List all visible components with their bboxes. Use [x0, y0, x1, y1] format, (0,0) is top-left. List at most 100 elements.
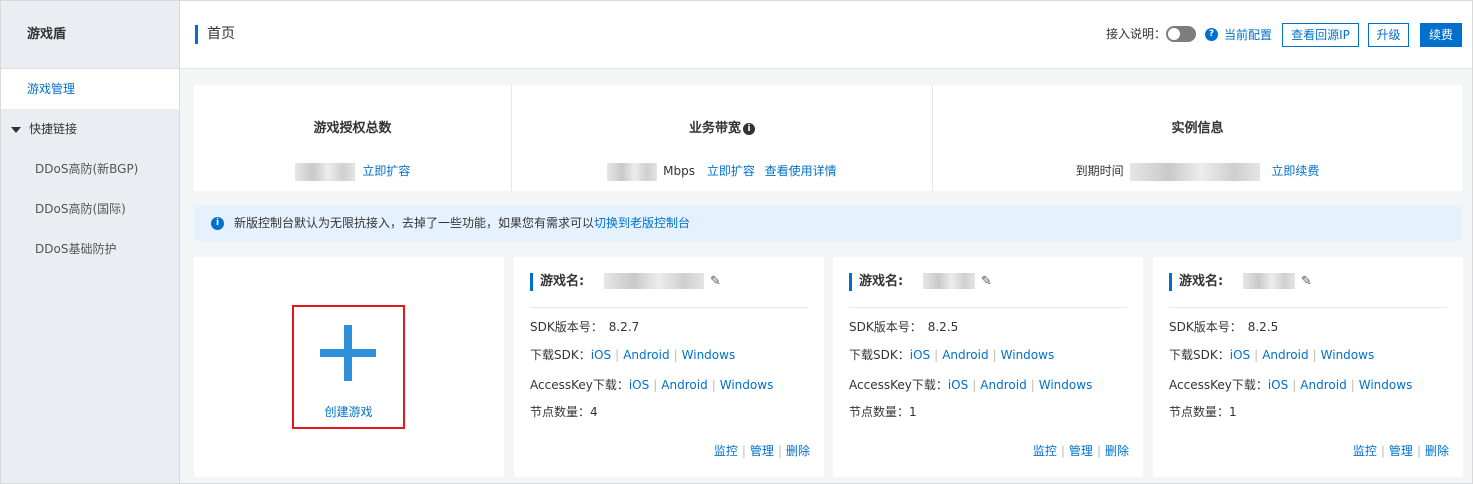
- toggle-knob: [1168, 28, 1180, 40]
- separator: |: [1096, 444, 1101, 458]
- sidebar-item-ddos-basic[interactable]: DDoS基础防护: [1, 229, 179, 269]
- sidebar-group-quick-links[interactable]: 快捷链接: [1, 109, 179, 149]
- edit-icon[interactable]: ✎: [1301, 274, 1312, 290]
- separator: |: [1350, 378, 1355, 392]
- usage-details-link[interactable]: 查看使用详情: [765, 164, 837, 178]
- title-bar-accent: [530, 273, 533, 291]
- download-sdk-label: 下载SDK：: [530, 348, 591, 362]
- separator: |: [741, 444, 746, 458]
- delete-link[interactable]: 删除: [1105, 444, 1129, 458]
- node-count-label: 节点数量：: [849, 405, 910, 419]
- node-count-row: 节点数量：1: [849, 404, 917, 420]
- view-origin-ip-button[interactable]: 查看回源IP: [1282, 23, 1359, 47]
- separator: |: [615, 348, 620, 362]
- create-game-label: 创建游戏: [324, 405, 373, 419]
- accesskey-windows-link[interactable]: Windows: [1039, 378, 1093, 392]
- monitor-link[interactable]: 监控: [1033, 444, 1057, 458]
- accesskey-ios-link[interactable]: iOS: [948, 378, 968, 392]
- bandwidth-unit: Mbps: [663, 164, 695, 178]
- node-count-value: 4: [590, 405, 598, 419]
- title-bar-accent: [1169, 273, 1172, 291]
- accesskey-android-link[interactable]: Android: [980, 378, 1026, 392]
- header: 首页 接入说明： ? 当前配置 查看回源IP 升级 续费: [180, 1, 1472, 69]
- caret-down-icon: [11, 126, 21, 133]
- node-count-value: 1: [909, 405, 917, 419]
- redacted-value: [1129, 162, 1260, 181]
- separator: |: [1060, 444, 1065, 458]
- manage-link[interactable]: 管理: [1389, 444, 1413, 458]
- manage-link[interactable]: 管理: [750, 444, 774, 458]
- divider: [530, 307, 808, 308]
- accesskey-windows-link[interactable]: Windows: [720, 378, 774, 392]
- redacted-game-name: [923, 273, 975, 289]
- access-guide-label: 接入说明：: [1106, 27, 1167, 41]
- sdk-ios-link[interactable]: iOS: [910, 348, 930, 362]
- bandwidth-stat: 业务带宽 i Mbps 立即扩容 查看使用详情: [511, 85, 932, 191]
- game-card-header: 游戏名: ✎: [849, 273, 1127, 291]
- card-actions: 监控 | 管理 | 删除: [1353, 443, 1449, 459]
- sidebar: 游戏盾 游戏管理 快捷链接 DDoS高防(新BGP) DDoS高防(国际) DD…: [1, 1, 180, 483]
- upgrade-button[interactable]: 升级: [1368, 23, 1409, 47]
- create-game-button[interactable]: 创建游戏: [292, 305, 405, 429]
- game-card: 游戏名: ✎ SDK版本号： 8.2.7 下载SDK：iOS | Android | Wi…: [514, 257, 824, 477]
- edit-icon[interactable]: ✎: [710, 274, 721, 290]
- separator: |: [992, 348, 997, 362]
- bandwidth-title: 业务带宽: [688, 121, 741, 136]
- separator: |: [653, 378, 658, 392]
- sidebar-item-ddos-intl[interactable]: DDoS高防(国际): [1, 189, 179, 229]
- sidebar-item-game-management[interactable]: 游戏管理: [1, 69, 179, 109]
- current-config-link[interactable]: 当前配置: [1224, 27, 1272, 43]
- node-count-value: 1: [1229, 405, 1237, 419]
- delete-link[interactable]: 删除: [1425, 444, 1449, 458]
- info-icon[interactable]: i: [743, 122, 755, 135]
- sdk-ios-link[interactable]: iOS: [1230, 348, 1250, 362]
- page-title: 首页: [195, 25, 235, 44]
- delete-link[interactable]: 删除: [786, 444, 810, 458]
- download-sdk-row: 下载SDK：iOS | Android | Windows: [530, 347, 735, 363]
- accesskey-windows-link[interactable]: Windows: [1359, 378, 1413, 392]
- main-content: 游戏授权总数 立即扩容 业务带宽 i Mbps 立即扩容 查看使用详情 实例信息…: [180, 69, 1472, 483]
- game-card: 游戏名: ✎ SDK版本号： 8.2.5 下载SDK：iOS | Android | Wi…: [1153, 257, 1463, 477]
- sdk-windows-link[interactable]: Windows: [682, 348, 736, 362]
- sidebar-item-ddos-bgp[interactable]: DDoS高防(新BGP): [1, 149, 179, 189]
- bandwidth-row: Mbps 立即扩容 查看使用详情: [512, 162, 932, 181]
- game-card-header: 游戏名: ✎: [530, 273, 808, 291]
- sdk-windows-link[interactable]: Windows: [1001, 348, 1055, 362]
- manage-link[interactable]: 管理: [1069, 444, 1093, 458]
- create-game-card: 创建游戏: [194, 257, 504, 477]
- monitor-link[interactable]: 监控: [1353, 444, 1377, 458]
- accesskey-android-link[interactable]: Android: [1300, 378, 1346, 392]
- accesskey-android-link[interactable]: Android: [661, 378, 707, 392]
- node-count-row: 节点数量：4: [530, 404, 598, 420]
- instance-row: 到期时间 立即续费: [933, 162, 1462, 181]
- download-sdk-label: 下载SDK：: [849, 348, 910, 362]
- notice-text: 新版控制台默认为无限抗接入，去掉了一些功能，如果您有需求可以: [234, 216, 595, 230]
- accesskey-ios-link[interactable]: iOS: [629, 378, 649, 392]
- card-actions: 监控 | 管理 | 删除: [714, 443, 810, 459]
- sdk-version-label: SDK版本号：: [1169, 320, 1242, 334]
- accesskey-ios-link[interactable]: iOS: [1268, 378, 1288, 392]
- renew-button[interactable]: 续费: [1420, 23, 1462, 47]
- expire-label: 到期时间: [1075, 164, 1124, 178]
- monitor-link[interactable]: 监控: [714, 444, 738, 458]
- question-icon[interactable]: ?: [1205, 28, 1218, 41]
- switch-old-console-link[interactable]: 切换到老版控制台: [594, 216, 690, 230]
- title-bar-accent: [849, 273, 852, 291]
- license-expand-link[interactable]: 立即扩容: [362, 164, 410, 178]
- access-guide-toggle[interactable]: [1166, 26, 1196, 42]
- plus-icon-bar: [320, 349, 376, 357]
- accesskey-label: AccessKey下载：: [530, 378, 629, 392]
- sdk-android-link[interactable]: Android: [942, 348, 988, 362]
- edit-icon[interactable]: ✎: [981, 274, 992, 290]
- sdk-android-link[interactable]: Android: [1262, 348, 1308, 362]
- download-sdk-label: 下载SDK：: [1169, 348, 1230, 362]
- bandwidth-expand-link[interactable]: 立即扩容: [707, 164, 755, 178]
- separator: |: [934, 348, 939, 362]
- divider: [1169, 307, 1447, 308]
- download-sdk-row: 下载SDK：iOS | Android | Windows: [849, 347, 1054, 363]
- sdk-android-link[interactable]: Android: [623, 348, 669, 362]
- sdk-windows-link[interactable]: Windows: [1321, 348, 1375, 362]
- renew-now-link[interactable]: 立即续费: [1271, 164, 1319, 178]
- sdk-ios-link[interactable]: iOS: [591, 348, 611, 362]
- sdk-version-label: SDK版本号：: [849, 320, 922, 334]
